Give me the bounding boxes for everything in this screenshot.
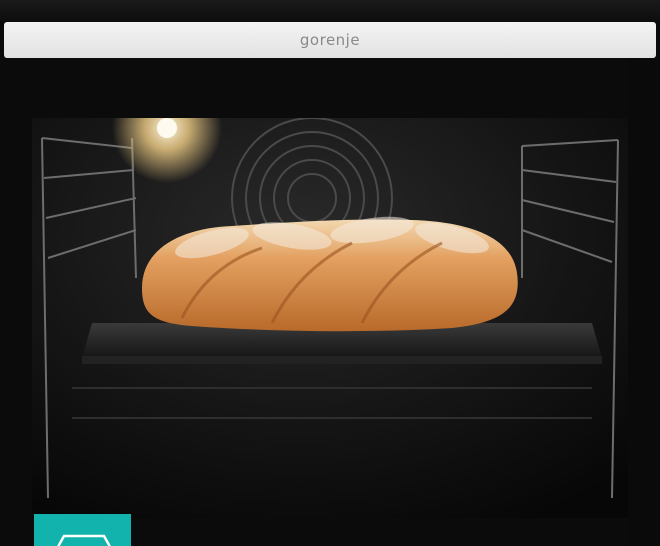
brand-logo-text: gorenje (299, 31, 361, 49)
oven-interior-illustration (32, 118, 628, 518)
tray-outline-icon (57, 534, 111, 546)
oven-frame-right (628, 58, 660, 546)
oven-photo: { "brand": { "name": "gorenje" }, "color… (0, 0, 660, 546)
control-panel-strip: gorenje (4, 22, 656, 58)
oven-top-trim (0, 0, 660, 22)
feature-badge (34, 514, 131, 546)
oven-window (32, 118, 628, 518)
